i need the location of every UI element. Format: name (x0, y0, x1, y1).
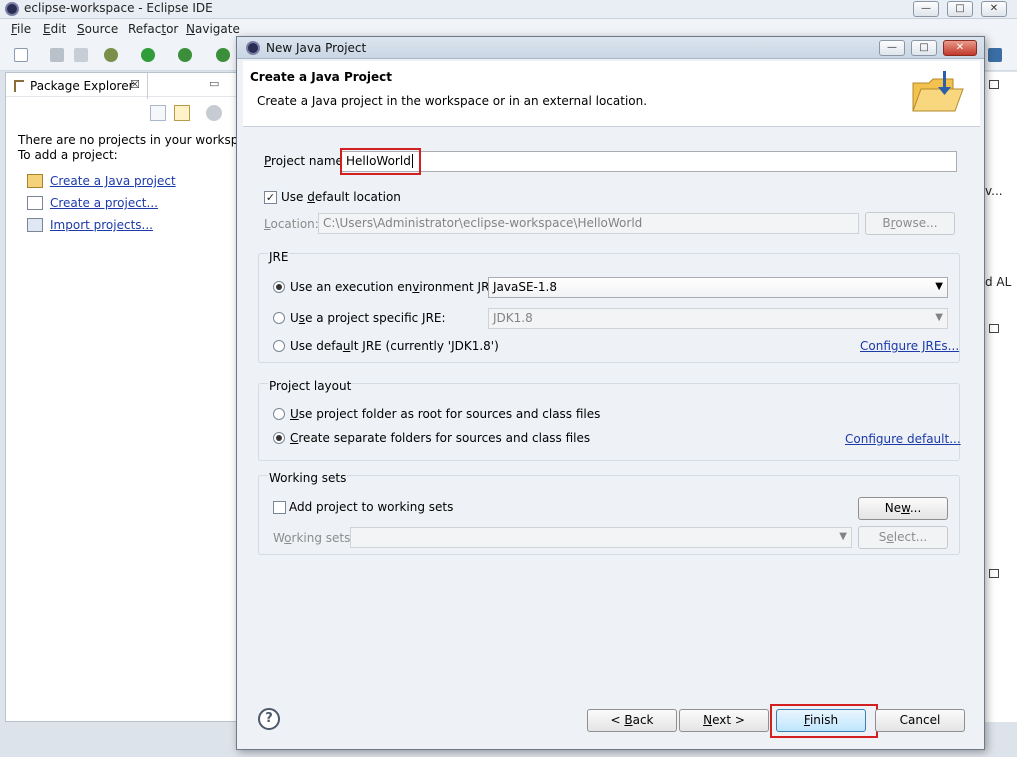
link-with-editor-icon[interactable] (174, 105, 190, 121)
save-icon[interactable] (50, 48, 64, 62)
java-project-folder-icon (912, 71, 964, 112)
chevron-down-icon: ▼ (935, 312, 943, 323)
configure-jres-link[interactable]: Configure JREs... (860, 339, 959, 353)
project-layout-group-title: Project layout (268, 379, 353, 393)
working-sets-label: Working sets: (273, 531, 355, 545)
highlight-project-name (340, 148, 421, 175)
separate-folders-radio[interactable] (273, 432, 285, 444)
wizard-body: Project name: HelloWorld ✓ Use default l… (243, 127, 980, 692)
partial-text-1: v... (985, 184, 1003, 198)
new-working-set-button[interactable]: New... (858, 497, 948, 520)
cancel-button[interactable]: Cancel (875, 709, 965, 732)
partial-text-2: d AL (985, 275, 1012, 289)
next-button[interactable]: Next > (679, 709, 769, 732)
project-name-label: Project name: (264, 154, 347, 168)
back-button[interactable]: < Back (587, 709, 677, 732)
select-working-sets-button[interactable]: Select... (858, 526, 948, 549)
close-icon[interactable]: ☒ (130, 78, 140, 91)
chevron-down-icon: ▼ (839, 531, 847, 542)
run-icon[interactable] (141, 48, 155, 62)
import-icon (27, 218, 43, 232)
add-project-prompt: To add a project: (18, 148, 118, 162)
save-all-icon[interactable] (74, 48, 88, 62)
wizard-footer: ? < Back Next > Finish Cancel (243, 692, 980, 744)
project-specific-jre-radio[interactable] (273, 312, 285, 324)
main-maximize-button[interactable]: □ (947, 1, 973, 17)
package-explorer-view: Package Explorer ☒ ▭ There are no projec… (5, 72, 264, 722)
import-projects-link[interactable]: Import projects... (50, 218, 153, 232)
use-default-location-checkbox[interactable]: ✓ (264, 191, 277, 204)
external-tools-icon[interactable] (216, 48, 230, 62)
new-java-project-dialog: New Java Project — □ ✕ Create a Java Pro… (236, 36, 985, 750)
separate-folders-label: Create separate folders for sources and … (290, 431, 591, 445)
menu-edit[interactable]: Edit (43, 22, 66, 36)
package-explorer-icon (14, 80, 24, 92)
jre-group-title: JRE (268, 250, 290, 264)
dialog-minimize-button[interactable]: — (879, 40, 905, 56)
main-close-button[interactable]: ✕ (981, 1, 1007, 17)
location-input[interactable]: C:\Users\Administrator\eclipse-workspace… (318, 213, 859, 234)
java-perspective-icon[interactable] (988, 48, 1002, 62)
package-explorer-toolbar (146, 103, 236, 125)
create-java-project-link[interactable]: Create a Java project (50, 174, 176, 188)
new-project-icon (27, 196, 43, 210)
new-icon[interactable] (14, 48, 28, 62)
main-titlebar: eclipse-workspace - Eclipse IDE — □ ✕ (0, 0, 1017, 19)
execution-environment-label: Use an execution environment JRE: (290, 280, 502, 294)
project-folder-root-label: Use project folder as root for sources a… (290, 407, 601, 421)
restore-view-icon[interactable] (989, 324, 999, 333)
chevron-down-icon: ▼ (935, 281, 943, 292)
project-layout-group (258, 383, 960, 461)
debug-icon[interactable] (104, 48, 118, 62)
focus-icon[interactable] (206, 105, 222, 121)
menu-source[interactable]: Source (77, 22, 118, 36)
configure-default-link[interactable]: Configure default... (845, 432, 961, 446)
restore-view-icon[interactable] (989, 569, 999, 578)
tab-package-explorer[interactable]: Package Explorer ☒ (6, 73, 148, 99)
coverage-icon[interactable] (178, 48, 192, 62)
default-jre-radio[interactable] (273, 340, 285, 352)
browse-button[interactable]: Browse... (865, 212, 955, 235)
execution-environment-select[interactable]: JavaSE-1.8 ▼ (488, 277, 948, 298)
minimize-icon[interactable]: ▭ (209, 77, 221, 90)
highlight-finish (770, 704, 878, 738)
add-to-working-sets-label: Add project to working sets (289, 500, 454, 514)
package-explorer-tabbar: Package Explorer ☒ ▭ (6, 73, 236, 99)
restore-view-icon[interactable] (989, 80, 999, 89)
collapse-all-icon[interactable] (150, 105, 166, 121)
create-project-link[interactable]: Create a project... (50, 196, 158, 210)
project-specific-jre-label: Use a project specific JRE: (290, 311, 446, 325)
menu-navigate[interactable]: Navigate (186, 22, 240, 36)
location-label: Location: (264, 217, 319, 231)
dialog-maximize-button[interactable]: □ (911, 40, 937, 56)
dialog-titlebar: New Java Project — □ ✕ (237, 37, 984, 59)
dialog-close-button[interactable]: ✕ (943, 40, 977, 56)
java-project-icon (27, 174, 43, 188)
execution-environment-radio[interactable] (273, 281, 285, 293)
project-name-input[interactable]: HelloWorld (341, 151, 957, 172)
eclipse-logo-icon (5, 2, 19, 16)
package-explorer-tab-label: Package Explorer (30, 79, 134, 93)
eclipse-logo-icon (246, 41, 260, 55)
help-icon[interactable]: ? (258, 708, 280, 730)
default-jre-label: Use default JRE (currently 'JDK1.8') (290, 339, 499, 353)
project-folder-root-radio[interactable] (273, 408, 285, 420)
use-default-location-label: Use default location (281, 190, 401, 204)
main-minimize-button[interactable]: — (913, 1, 939, 17)
wizard-page-title: Create a Java Project (250, 70, 393, 84)
menu-refactor[interactable]: Refactor (128, 22, 178, 36)
dialog-title: New Java Project (266, 41, 367, 55)
working-sets-select[interactable]: ▼ (350, 527, 852, 548)
right-side-views: v... d AL (984, 72, 1017, 722)
working-sets-group-title: Working sets (268, 471, 348, 485)
menu-file[interactable]: File (11, 22, 31, 36)
wizard-page-description: Create a Java project in the workspace o… (257, 94, 648, 108)
main-window-title: eclipse-workspace - Eclipse IDE (24, 1, 213, 15)
empty-workspace-message: There are no projects in your workspace. (18, 133, 264, 147)
add-to-working-sets-checkbox[interactable] (273, 501, 286, 514)
wizard-header: Create a Java Project Create a Java proj… (243, 61, 980, 127)
project-specific-jre-select[interactable]: JDK1.8 ▼ (488, 308, 948, 329)
